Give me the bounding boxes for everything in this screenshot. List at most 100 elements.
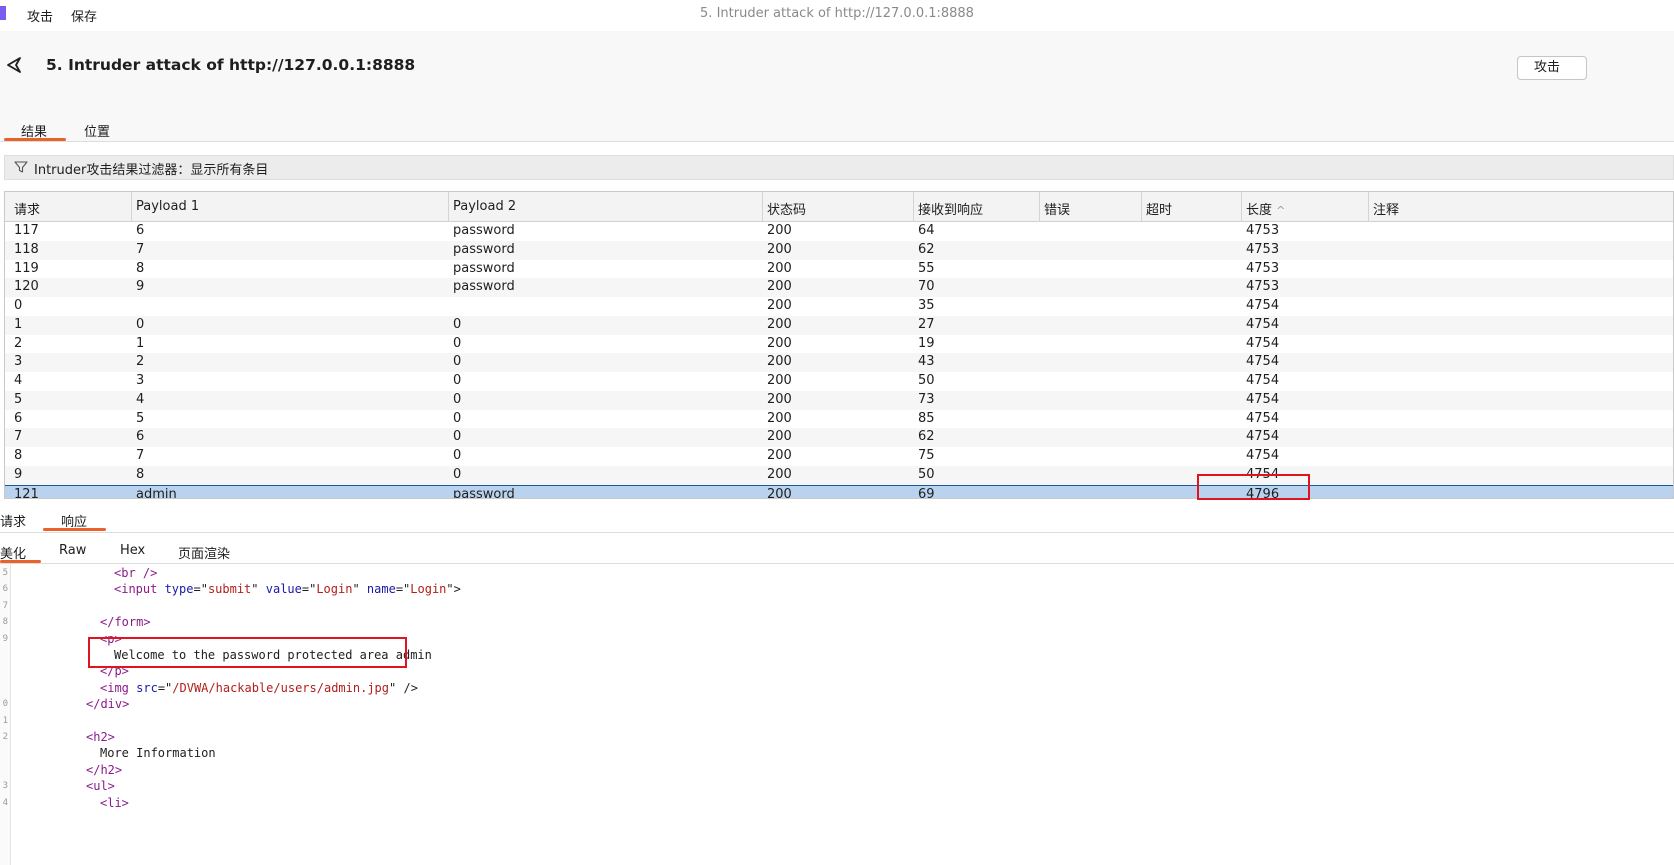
cell-response-received: 43 [918,354,935,370]
filter-text[interactable]: Intruder攻击结果过滤器：显示所有条目 [34,159,268,178]
cell-payload2: 0 [453,429,462,445]
table-row[interactable]: 7 6 0 200 62 4754 [5,428,1673,447]
line-number: 9 [2,633,8,644]
code-token: =" [395,582,411,597]
cell-payload1: 7 [136,241,145,257]
table-row[interactable]: 118 7 password 200 62 4753 [5,240,1673,260]
column-header-payload2[interactable]: Payload 2 [453,199,516,214]
cell-status: 200 [767,373,792,388]
table-row[interactable]: 2 1 0 200 19 4754 [5,335,1673,354]
table-row[interactable]: 3 2 0 200 43 4754 [5,353,1673,372]
cell-status: 200 [767,260,792,276]
table-row[interactable]: 5 4 0 200 73 4754 [5,390,1673,410]
cell-length: 4753 [1246,260,1280,276]
cell-request: 6 [14,410,23,426]
cell-status: 200 [767,316,792,332]
cell-response-received: 50 [918,373,935,388]
column-header-length[interactable]: 长度 ^ [1246,199,1285,218]
tab-positions[interactable]: 位置 [84,121,110,140]
tab-render[interactable]: 页面渲染 [178,543,230,562]
cell-payload1: 6 [136,223,145,238]
column-header-response-received[interactable]: 接收到响应 [918,199,983,218]
column-header-request[interactable]: 请求 [14,199,40,218]
cell-payload2: 0 [453,354,462,370]
code-token: src [136,680,158,695]
tab-raw[interactable]: Raw [59,543,86,558]
code-token: =" [157,680,173,695]
code-line: </div> [86,696,129,712]
cell-request: 119 [14,260,39,276]
column-header-timeout[interactable]: 超时 [1146,199,1172,218]
cell-response-received: 85 [918,410,935,426]
cell-status: 200 [767,223,792,238]
cell-length: 4754 [1246,373,1280,388]
column-header-error[interactable]: 错误 [1044,199,1070,218]
code-token: name [366,582,396,597]
window-title: 5. Intruder attack of http://127.0.0.1:8… [700,6,974,21]
table-row[interactable]: 1 0 0 200 27 4754 [5,315,1673,335]
cell-length: 4753 [1246,223,1280,238]
response-code-view[interactable]: 5 <br /> 6 <input type="submit" value="Logi… [0,565,1674,865]
table-row[interactable]: 120 9 password 200 70 4753 [5,278,1673,297]
column-header-comment[interactable]: 注释 [1373,199,1399,218]
cell-payload2: 0 [453,391,462,407]
filter-icon [14,161,28,173]
table-row[interactable]: 4 3 0 200 50 4754 [5,372,1673,391]
code-token: <h2> [86,730,115,744]
back-icon[interactable] [4,55,24,75]
cell-response-received: 75 [918,448,935,463]
cell-payload1: 0 [136,316,145,332]
attack-header [0,31,1674,141]
table-row[interactable]: 117 6 password 200 64 4753 [5,222,1673,241]
column-header-status[interactable]: 状态码 [767,199,806,218]
cell-payload1: 4 [136,391,145,407]
line-number: 2 [2,732,8,742]
cell-payload1: 2 [136,354,145,370]
cell-status: 200 [767,279,792,295]
code-token: <img [100,680,137,695]
code-token: value [265,582,302,597]
title-bar: 攻击 保存 5. Intruder attack of http://127.0… [0,0,1674,30]
cell-length: 4754 [1246,391,1280,407]
code-line: <h2> [86,729,115,745]
divider [0,563,1674,564]
cell-response-received: 19 [918,335,935,351]
cell-response-received: 50 [918,466,935,482]
cell-response-received: 27 [918,316,935,332]
cell-response-received: 70 [918,279,935,295]
code-token: <br /> [114,566,158,580]
cell-response-received: 35 [918,298,935,313]
table-row[interactable]: 6 5 0 200 85 4754 [5,410,1673,429]
cell-length: 4753 [1246,241,1280,257]
table-row[interactable]: 0 200 35 4754 [5,297,1673,316]
code-token: <input [114,582,165,597]
table-row[interactable]: 8 7 0 200 75 4754 [5,447,1673,466]
cell-status: 200 [767,486,792,499]
table-row-selected[interactable]: 121 admin password 200 69 4796 [5,484,1673,499]
divider [0,141,1674,142]
cell-payload1: admin [136,486,177,499]
code-line: <input type="submit" value="Login" name=… [114,581,461,597]
cell-length: 4754 [1246,298,1280,313]
cell-length: 4753 [1246,279,1280,295]
cell-response-received: 69 [918,486,935,499]
cell-status: 200 [767,335,792,351]
tab-request[interactable]: 请求 [0,511,26,530]
code-token: " [251,582,266,597]
attack-button[interactable]: 攻击 [1517,56,1587,80]
cell-status: 200 [767,391,792,407]
tab-hex[interactable]: Hex [120,543,145,558]
line-number: 7 [2,600,8,611]
active-tab-indicator [43,528,106,531]
cell-payload2: 0 [453,466,462,482]
cell-payload2: password [453,486,515,499]
cell-payload1: 7 [136,448,145,463]
table-row[interactable]: 119 8 password 200 55 4753 [5,260,1673,279]
code-token: " /> [389,680,418,695]
cell-status: 200 [767,410,792,426]
cell-status: 200 [767,298,792,313]
line-number: 3 [2,781,8,792]
column-header-payload1[interactable]: Payload 1 [136,199,199,214]
code-token: Login [410,582,447,597]
table-row[interactable]: 9 8 0 200 50 4754 [5,465,1673,485]
